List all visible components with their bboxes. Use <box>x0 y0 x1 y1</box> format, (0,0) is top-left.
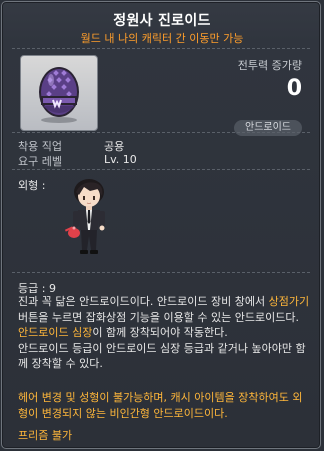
item-description: 진과 꼭 닮은 안드로이드이다. 안드로이드 장비 창에서 상점가기 버튼을 누… <box>18 294 310 372</box>
character-sprite <box>64 179 105 254</box>
power-increase-label: 전투력 증가량 <box>237 59 302 72</box>
appearance-warning: 헤어 변경 및 성형이 불가능하며, 캐시 아이템을 장착하여도 외형이 변경되… <box>18 391 303 420</box>
stat-value-job: 공용 <box>104 140 125 153</box>
divider <box>12 272 310 273</box>
item-icon-frame <box>20 55 98 131</box>
android-character-preview <box>60 178 118 258</box>
description-highlight-heart: 안드로이드 심장 <box>18 326 93 340</box>
trade-restriction-note: 월드 내 나의 캐릭터 간 이동만 가능 <box>80 32 244 45</box>
android-egg-icon <box>39 67 79 123</box>
stat-label-job: 착용 직업 <box>18 140 62 153</box>
description-text: 진과 꼭 닮은 안드로이드이다. 안드로이드 장비 창에서 <box>18 295 269 308</box>
divider <box>12 132 310 133</box>
item-title: 정원사 진로이드 <box>113 13 211 29</box>
item-type-badge: 안드로이드 <box>234 120 302 136</box>
description-text: 안드로이드 등급이 안드로이드 심장 등급과 같거나 높아야만 함께 장착할 수… <box>18 341 306 371</box>
stat-label-level: 요구 레벨 <box>18 155 62 168</box>
stat-value-level: Lv. 10 <box>104 153 137 166</box>
power-increase-value: 0 <box>286 76 302 101</box>
prism-restriction: 프리즘 불가 <box>18 429 73 442</box>
description-text: 버튼을 누르면 잡화상점 기능을 이용할 수 있는 안드로이드다. <box>18 310 299 324</box>
description-highlight-shop: 상점가기 <box>268 295 310 308</box>
divider <box>12 169 310 170</box>
divider <box>12 48 310 49</box>
appearance-label: 외형 : <box>18 179 46 192</box>
item-tooltip: 정원사 진로이드 월드 내 나의 캐릭터 간 이동만 가능 전투력 증가량 0 … <box>1 1 321 449</box>
description-text: 이 함께 장착되어야 작동한다. <box>92 326 228 340</box>
